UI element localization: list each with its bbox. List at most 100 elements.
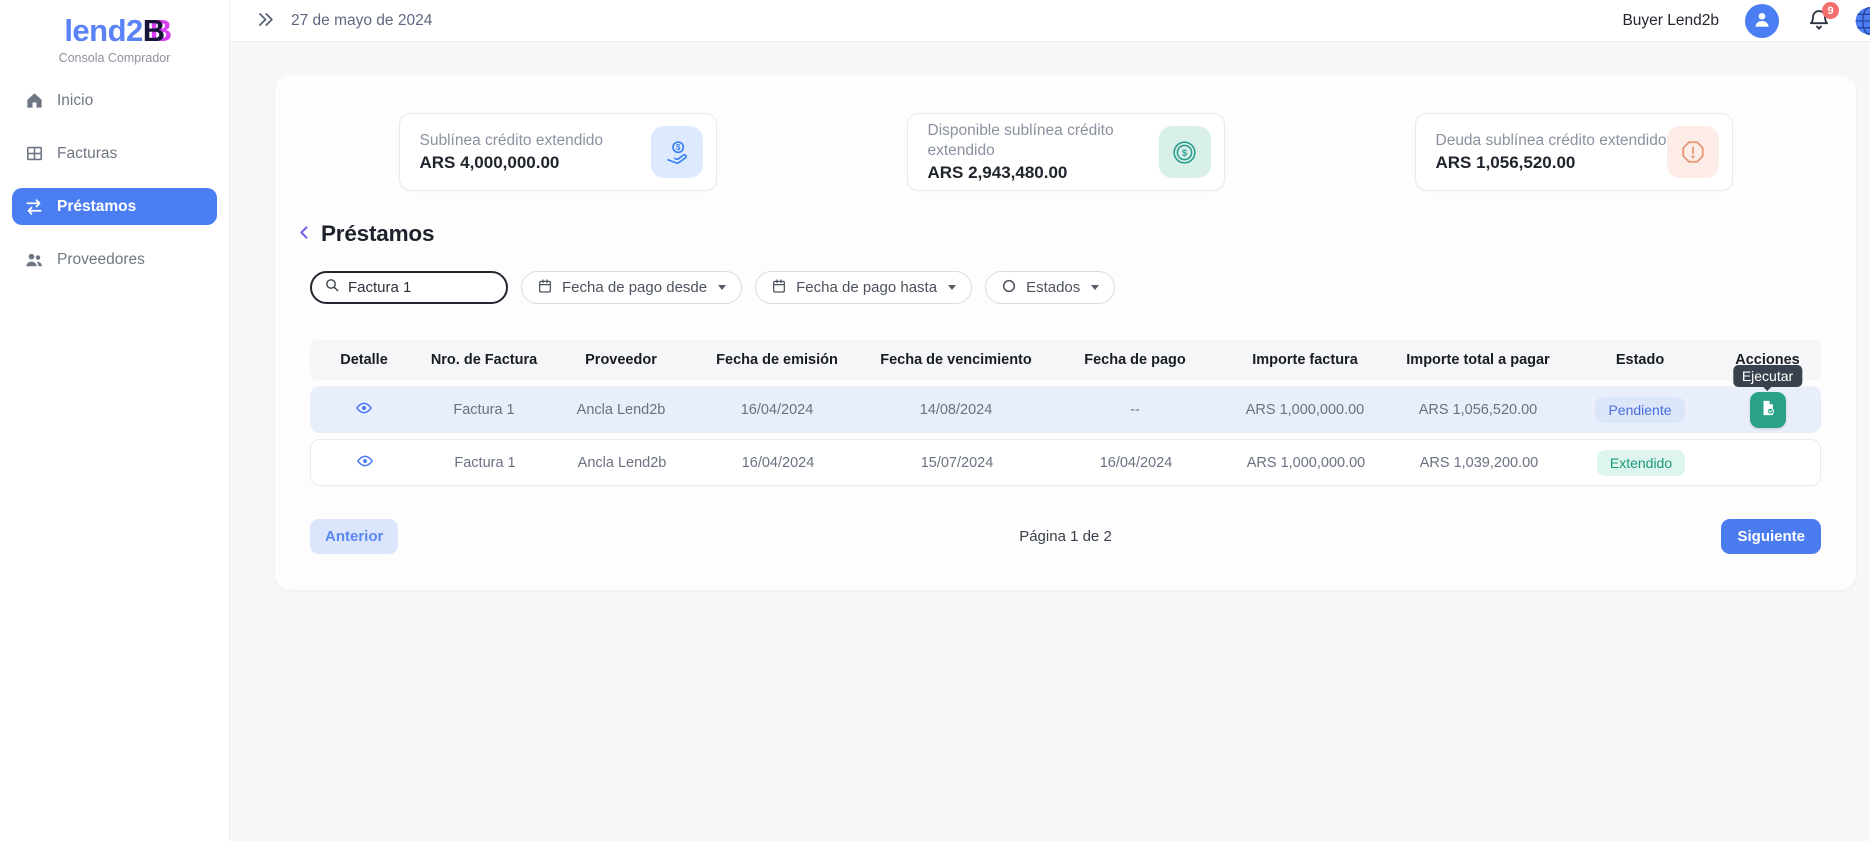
sidebar-item-label: Préstamos [57,198,136,216]
language-globe-icon[interactable] [1853,5,1870,37]
detail-button[interactable] [355,399,373,420]
previous-page-button[interactable]: Anterior [310,519,398,554]
card-deuda-sublinea: Deuda sublínea crédito extendido ARS 1,0… [1415,113,1733,191]
file-check-icon [1759,399,1777,420]
filter-label: Fecha de pago hasta [796,279,937,296]
notification-badge: 9 [1822,2,1839,19]
cell-importe-factura: ARS 1,000,000.00 [1221,455,1391,471]
filters-row: Fecha de pago desde Fecha de pago hasta [310,271,1856,304]
col-fecha-emision: Fecha de emisión [692,352,862,368]
prestamos-panel: Sublínea crédito extendido ARS 4,000,000… [275,75,1856,590]
cell-fecha-vencimiento: 15/07/2024 [863,455,1051,471]
cell-fecha-emision: 16/04/2024 [693,455,863,471]
search-box[interactable] [310,271,508,304]
calendar-icon [771,278,787,298]
cell-nro-factura: Factura 1 [419,455,551,471]
svg-text:$: $ [676,142,681,151]
search-icon [324,277,340,298]
next-page-button[interactable]: Siguiente [1721,519,1821,554]
cell-fecha-pago: 16/04/2024 [1051,455,1221,471]
col-nro-factura: Nro. de Factura [418,352,550,368]
cell-fecha-emision: 16/04/2024 [692,402,862,418]
notifications-button[interactable]: 9 [1807,7,1831,34]
main-area: 27 de mayo de 2024 Buyer Lend2b 9 [230,0,1870,841]
col-estado: Estado [1566,352,1714,368]
caret-down-icon [1091,285,1099,290]
execute-button[interactable] [1750,392,1786,428]
filter-states[interactable]: Estados [985,271,1115,304]
status-circle-icon [1001,278,1017,298]
svg-text:$: $ [1182,147,1188,158]
page-head: Préstamos [295,221,1856,247]
tooltip-ejecutar: Ejecutar [1733,365,1802,387]
filter-label: Estados [1026,279,1080,296]
col-importe-total: Importe total a pagar [1390,352,1566,368]
cell-importe-total: ARS 1,056,520.00 [1390,402,1566,418]
alert-octagon-icon [1667,126,1719,178]
cell-fecha-vencimiento: 14/08/2024 [862,402,1050,418]
status-badge: Extendido [1597,450,1685,476]
filter-date-to[interactable]: Fecha de pago hasta [755,271,972,304]
current-date: 27 de mayo de 2024 [291,12,432,30]
content-area: Sublínea crédito extendido ARS 4,000,000… [230,42,1870,841]
col-proveedor: Proveedor [550,352,692,368]
cell-nro-factura: Factura 1 [418,402,550,418]
logo-text-blue: lend2 [64,13,142,48]
search-input[interactable] [348,279,482,296]
card-value: ARS 2,943,480.00 [928,163,1159,183]
coin-circles-icon: $ [1159,126,1211,178]
back-button[interactable] [295,223,314,245]
filter-label: Fecha de pago desde [562,279,707,296]
eye-icon [355,399,373,420]
detail-button[interactable] [356,452,374,473]
calendar-icon [537,278,553,298]
caret-down-icon [948,285,956,290]
card-label: Sublínea crédito extendido [420,131,604,150]
sidebar: lend2BB Consola Comprador Inicio Factura… [0,0,230,841]
card-disponible-sublinea: Disponible sublínea crédito extendido AR… [907,113,1225,191]
card-value: ARS 4,000,000.00 [420,153,604,173]
page-indicator: Página 1 de 2 [1019,528,1112,545]
eye-icon [356,452,374,473]
sidebar-item-label: Inicio [57,92,93,110]
home-icon [24,91,44,110]
invoices-grid-icon [24,144,44,163]
col-importe-factura: Importe factura [1220,352,1390,368]
status-badge: Pendiente [1595,397,1684,423]
brand-logo: lend2BB [0,14,229,48]
sidebar-item-proveedores[interactable]: Proveedores [12,241,217,278]
topbar: 27 de mayo de 2024 Buyer Lend2b 9 [230,0,1870,42]
loans-table: Detalle Nro. de Factura Proveedor Fecha … [310,340,1821,486]
chevron-left-icon [295,223,314,245]
summary-cards: Sublínea crédito extendido ARS 4,000,000… [275,75,1856,191]
card-sublinea-credito: Sublínea crédito extendido ARS 4,000,000… [399,113,717,191]
loans-transfer-icon [24,197,44,217]
table-header: Detalle Nro. de Factura Proveedor Fecha … [310,340,1821,380]
sidebar-item-facturas[interactable]: Facturas [12,135,217,172]
sidebar-item-inicio[interactable]: Inicio [12,82,217,119]
cell-proveedor: Ancla Lend2b [550,402,692,418]
avatar-button[interactable] [1745,4,1779,38]
brand: lend2BB Consola Comprador [0,14,229,65]
app-window: lend2BB Consola Comprador Inicio Factura… [0,0,1870,841]
sidebar-item-label: Facturas [57,145,117,163]
table-row: Factura 1 Ancla Lend2b 16/04/2024 14/08/… [310,386,1821,433]
user-name: Buyer Lend2b [1622,12,1719,30]
sidebar-item-label: Proveedores [57,251,145,269]
hand-coin-icon: $ [651,126,703,178]
sidebar-collapse-button[interactable] [256,10,275,32]
double-chevron-right-icon [256,10,275,32]
card-value: ARS 1,056,520.00 [1436,153,1667,173]
cell-fecha-pago: -- [1050,402,1220,418]
card-label: Disponible sublínea crédito extendido [928,121,1159,160]
table-row: Factura 1 Ancla Lend2b 16/04/2024 15/07/… [310,439,1821,486]
filter-date-from[interactable]: Fecha de pago desde [521,271,742,304]
logo-text-dark: B [143,13,165,48]
pagination: Anterior Página 1 de 2 Siguiente [310,519,1821,554]
topbar-right: Buyer Lend2b 9 [1622,4,1870,38]
brand-subtitle: Consola Comprador [0,51,229,65]
col-detalle: Detalle [310,352,418,368]
sidebar-item-prestamos[interactable]: Préstamos [12,188,217,225]
col-fecha-vencimiento: Fecha de vencimiento [862,352,1050,368]
sidebar-nav: Inicio Facturas Préstamos Proveedores [0,82,229,278]
